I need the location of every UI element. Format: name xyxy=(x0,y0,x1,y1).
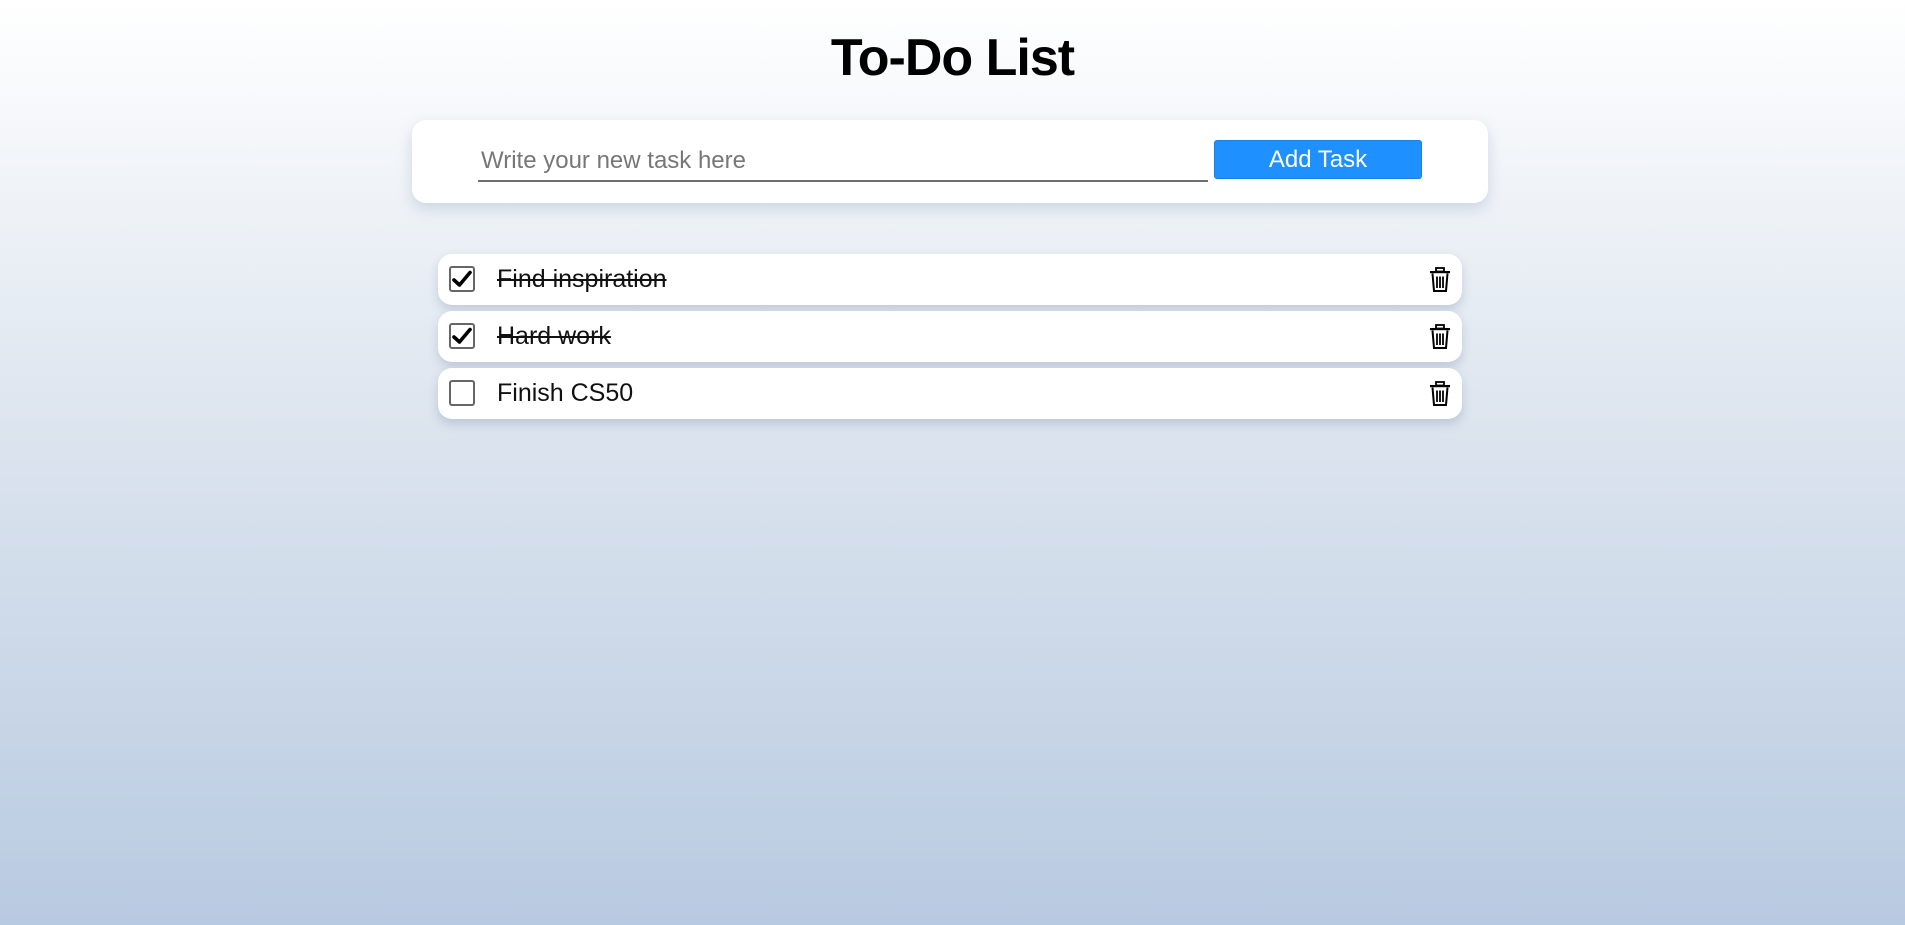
add-task-button[interactable]: Add Task xyxy=(1214,140,1422,179)
task-item: Finish CS50 xyxy=(438,368,1462,419)
trash-icon[interactable] xyxy=(1428,381,1452,407)
trash-icon[interactable] xyxy=(1428,324,1452,350)
task-label: Find inspiration xyxy=(497,265,667,293)
add-task-form: Add Task xyxy=(412,120,1488,203)
task-checkbox[interactable] xyxy=(449,380,475,406)
task-checkbox[interactable] xyxy=(449,323,475,349)
page-title: To-Do List xyxy=(830,29,1075,87)
task-list: Find inspiration Hard work Finish CS50 xyxy=(438,254,1462,425)
task-item: Hard work xyxy=(438,311,1462,362)
task-label: Hard work xyxy=(497,322,611,350)
task-checkbox[interactable] xyxy=(449,266,475,292)
new-task-input[interactable] xyxy=(478,142,1208,182)
trash-icon[interactable] xyxy=(1428,267,1452,293)
task-label: Finish CS50 xyxy=(497,379,634,407)
task-item: Find inspiration xyxy=(438,254,1462,305)
checkmark-icon xyxy=(452,327,472,344)
checkmark-icon xyxy=(452,270,472,287)
